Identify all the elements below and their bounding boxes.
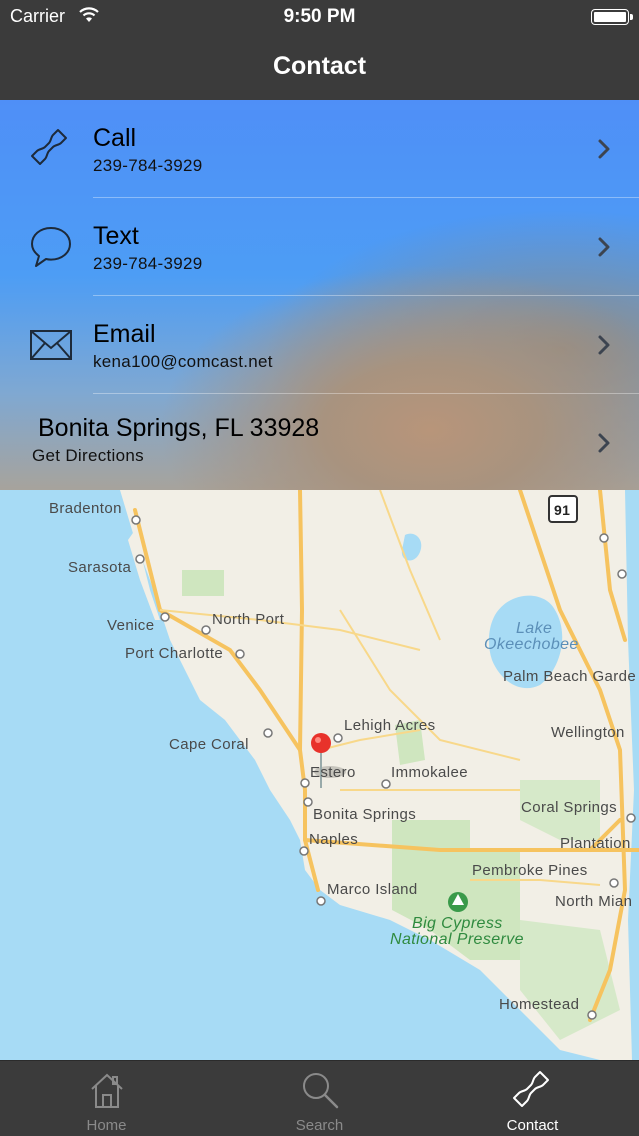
battery-icon <box>591 9 633 25</box>
email-label: Email <box>93 320 156 348</box>
map-place-label: Immokalee <box>391 764 468 781</box>
text-label: Text <box>93 222 139 250</box>
location-address: Bonita Springs, FL 33928 <box>38 414 320 442</box>
map-place-label: Cape Coral <box>169 736 249 753</box>
chevron-right-icon <box>598 139 610 159</box>
status-bar: Carrier 9:50 PM <box>0 0 639 34</box>
map-place-label: Marco Island <box>327 881 418 898</box>
email-row[interactable]: Email kena100@comcast.net <box>0 296 639 394</box>
chevron-right-icon <box>598 433 610 453</box>
tab-contact[interactable]: Contact <box>426 1061 639 1136</box>
status-time: 9:50 PM <box>283 6 356 27</box>
chat-bubble-icon <box>31 227 71 267</box>
map-place-label: Plantation <box>560 835 631 852</box>
map-place-label: North Port <box>212 611 285 628</box>
map-place-label: Bonita Springs <box>313 806 417 823</box>
tab-label: Search <box>295 1117 344 1134</box>
chevron-right-icon <box>598 335 610 355</box>
map-place-label: Estero <box>310 764 356 781</box>
email-address: kena100@comcast.net <box>93 352 273 371</box>
call-row[interactable]: Call 239-784-3929 <box>0 100 639 198</box>
call-label: Call <box>93 124 137 152</box>
home-icon <box>91 1073 123 1108</box>
map-place-label: Wellington <box>551 724 625 741</box>
contact-panel: Call 239-784-3929 Text 239-784-3929 Emai… <box>0 100 639 490</box>
map-place-label: Pembroke Pines <box>472 862 588 879</box>
map-place-label: Sarasota <box>68 559 132 576</box>
map-view[interactable]: Bradenton Sarasota Venice North Port Por… <box>0 490 639 1060</box>
tab-bar: Home Search Contact <box>0 1060 639 1136</box>
get-directions-link: Get Directions <box>32 446 144 465</box>
phone-icon <box>513 1071 549 1107</box>
map-place-label: Coral Springs <box>521 799 618 816</box>
search-icon <box>303 1073 339 1109</box>
phone-icon <box>31 129 67 165</box>
tab-home[interactable]: Home <box>0 1061 213 1136</box>
map-lake-label: Okeechobee <box>484 636 579 653</box>
map-place-label: Venice <box>107 617 155 634</box>
navigation-bar: Contact <box>0 34 639 100</box>
chevron-right-icon <box>598 237 610 257</box>
tab-search[interactable]: Search <box>213 1061 426 1136</box>
text-number: 239-784-3929 <box>93 254 203 273</box>
page-title: Contact <box>272 52 367 80</box>
envelope-icon <box>30 330 72 360</box>
map-place-label: North Mian <box>555 893 633 910</box>
map-place-label: Palm Beach Garde <box>503 668 637 685</box>
highway-shield-label: 91 <box>554 502 571 518</box>
map-place-label: Homestead <box>499 996 580 1013</box>
map-park-label: National Preserve <box>390 931 524 948</box>
directions-row[interactable]: Bonita Springs, FL 33928 Get Directions <box>0 394 639 490</box>
tab-label: Home <box>86 1117 127 1134</box>
map-place-label: Port Charlotte <box>125 645 224 662</box>
text-row[interactable]: Text 239-784-3929 <box>0 198 639 296</box>
call-number: 239-784-3929 <box>93 156 203 175</box>
map-place-label: Naples <box>309 831 359 848</box>
map-place-label: Lehigh Acres <box>344 717 436 734</box>
tab-label: Contact <box>506 1117 559 1134</box>
map-place-label: Bradenton <box>49 500 122 517</box>
